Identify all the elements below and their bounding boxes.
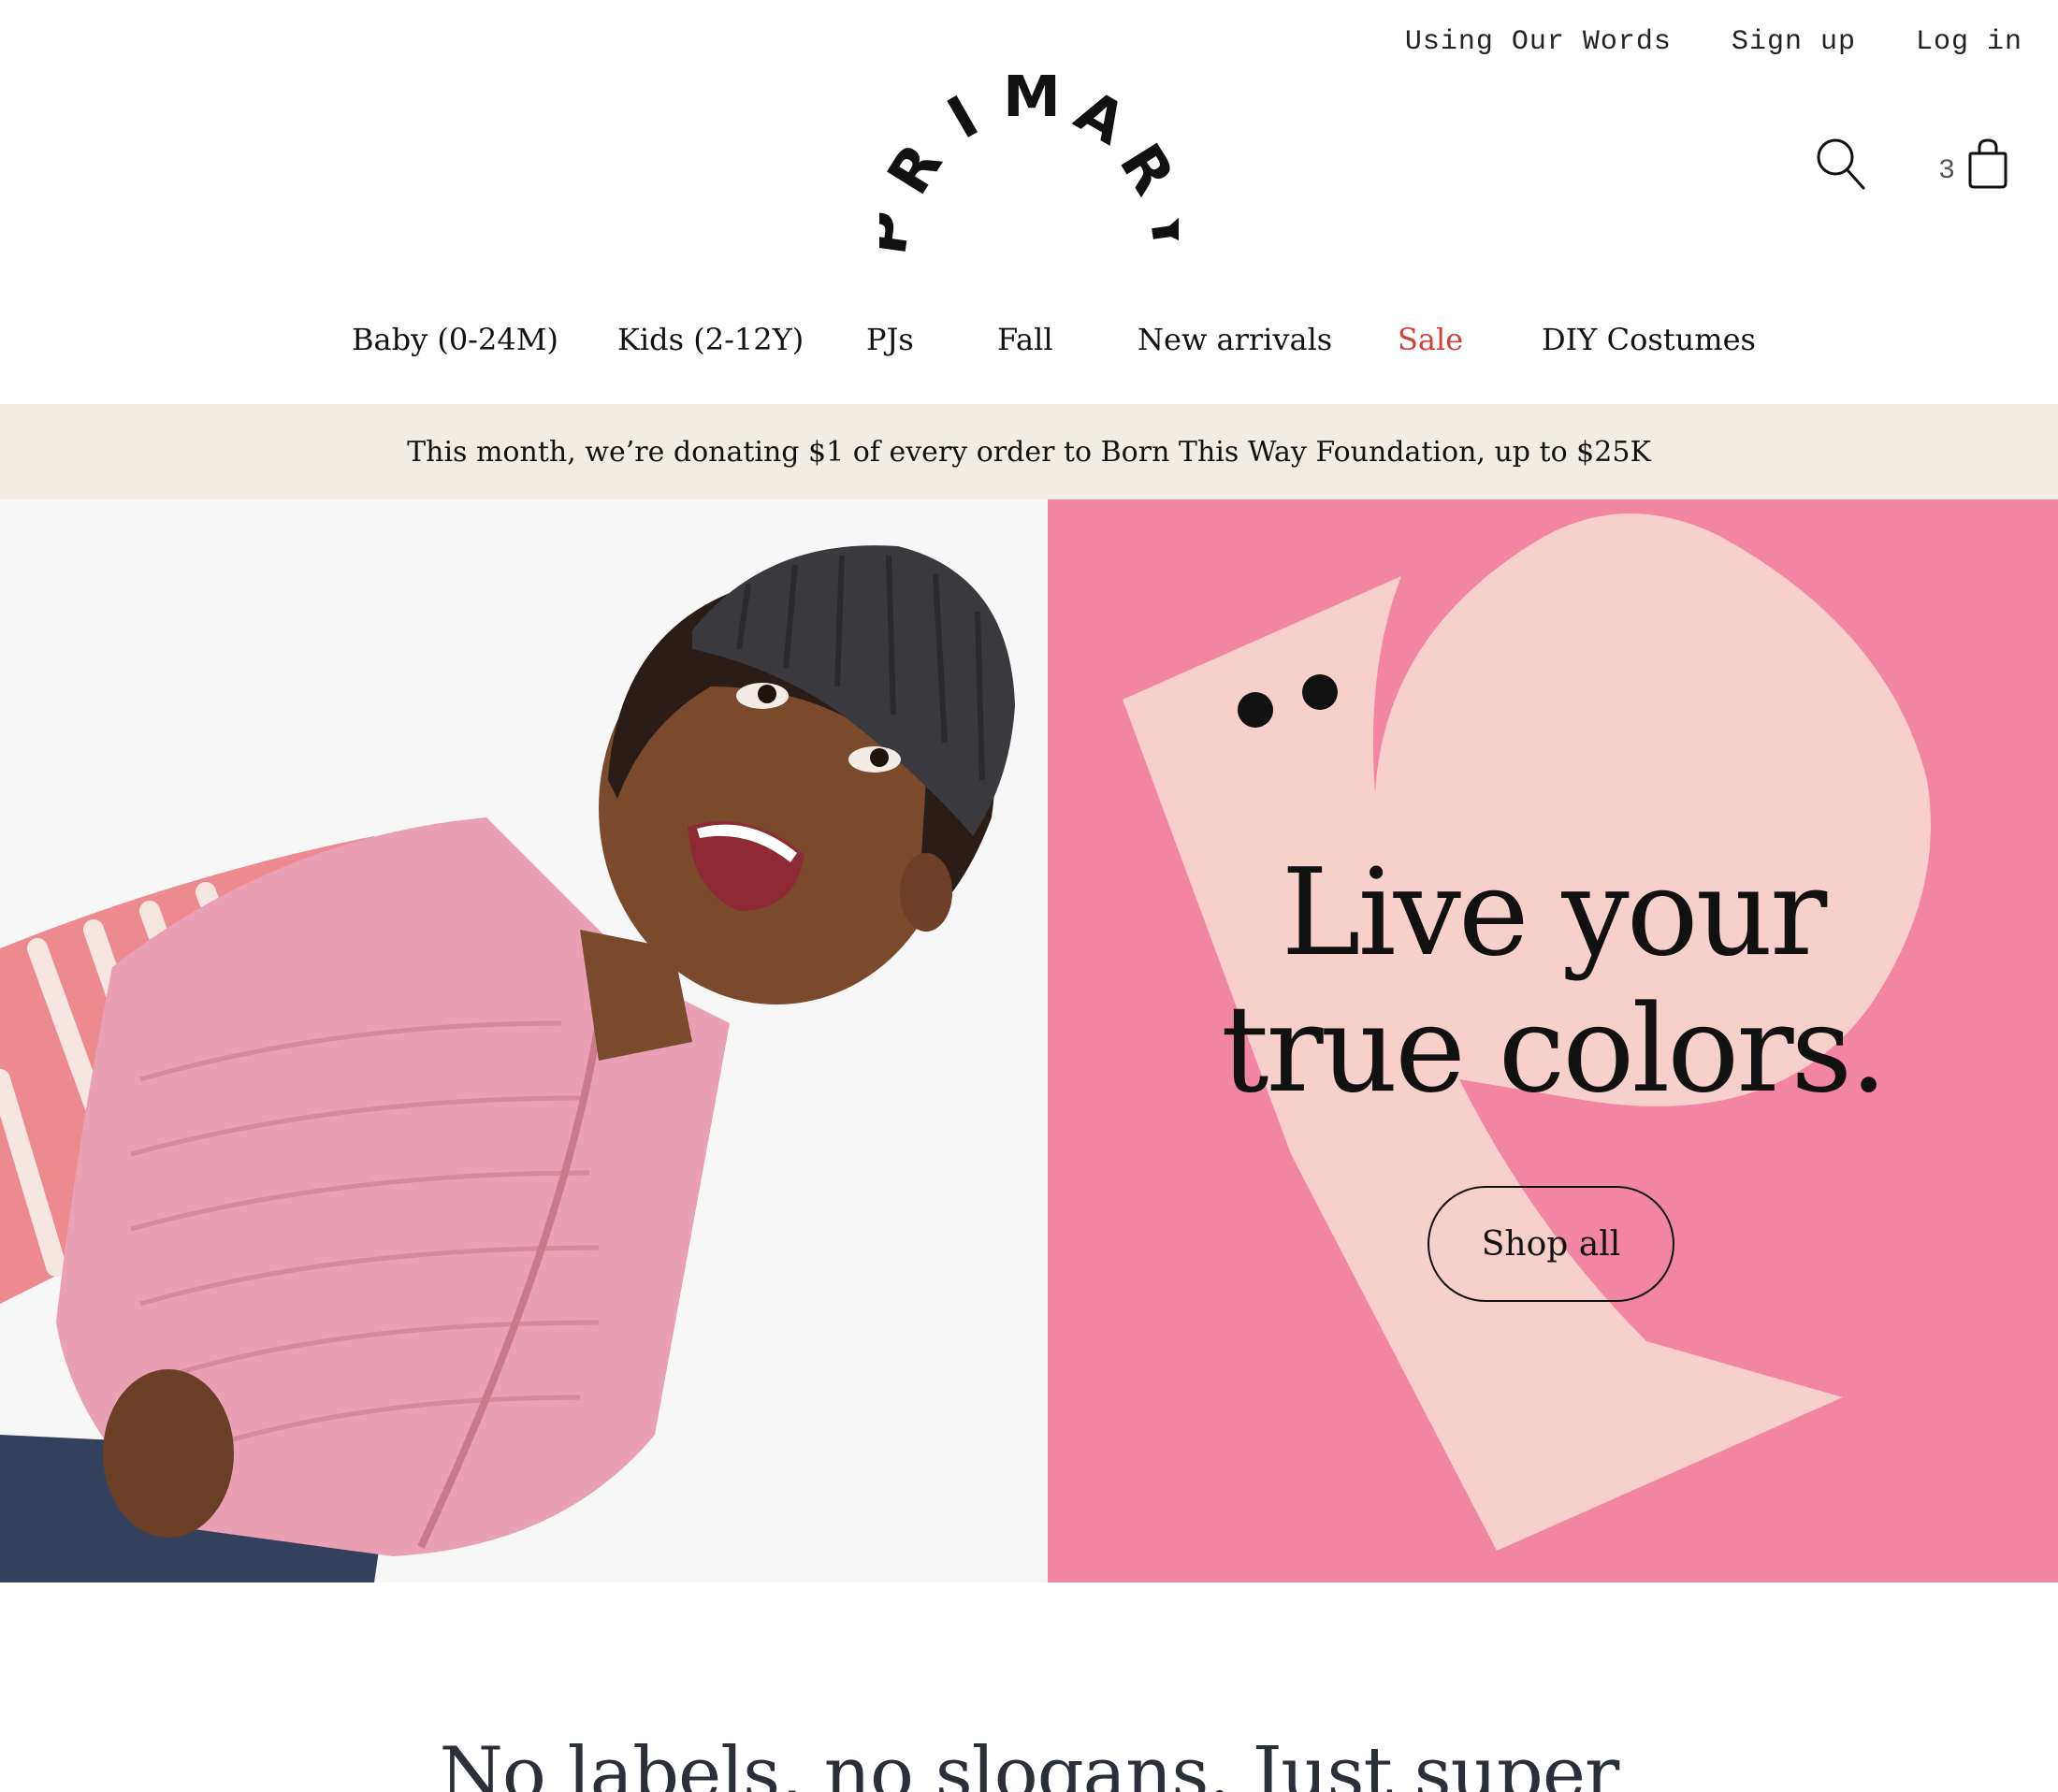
page: Using Our Words Sign up Log in P R I M A… bbox=[0, 0, 2058, 1792]
section-tagline: No labels, no slogans. Just super bbox=[439, 1732, 1620, 1792]
nav-item-fall[interactable]: Fall bbox=[997, 322, 1053, 357]
main-nav: Baby (0-24M) Kids (2-12Y) PJs Fall New a… bbox=[0, 322, 2058, 365]
logo-letter: R bbox=[1107, 132, 1179, 206]
shopping-bag-icon bbox=[1968, 138, 2007, 189]
logo-letter: A bbox=[1065, 77, 1138, 158]
cart-count: 3 bbox=[1938, 155, 1956, 187]
nav-item-baby[interactable]: Baby (0-24M) bbox=[352, 322, 558, 357]
eye-dot bbox=[1238, 692, 1273, 728]
using-our-words-link[interactable]: Using Our Words bbox=[1405, 26, 1672, 58]
nav-item-new-arrivals[interactable]: New arrivals bbox=[1138, 322, 1332, 357]
sign-up-link[interactable]: Sign up bbox=[1732, 26, 1856, 58]
hero-panel: Live your true colors. Shop all bbox=[1048, 499, 2058, 1582]
primary-logo[interactable]: P R I M A R Y bbox=[879, 75, 1179, 253]
hero-headline: Live your true colors. bbox=[1048, 845, 2058, 1119]
nav-item-kids[interactable]: Kids (2-12Y) bbox=[617, 322, 804, 357]
hero-headline-line: true colors. bbox=[1221, 980, 1888, 1120]
logo-letter: R bbox=[879, 132, 955, 206]
logo-letter: I bbox=[936, 82, 989, 152]
nav-item-sale[interactable]: Sale bbox=[1398, 322, 1463, 357]
child-photo-illustration bbox=[0, 545, 1015, 1582]
shop-all-button[interactable]: Shop all bbox=[1428, 1186, 1674, 1302]
hero-photo[interactable] bbox=[0, 499, 1048, 1582]
nav-item-pjs[interactable]: PJs bbox=[866, 322, 914, 357]
promo-text: This month, we’re donating $1 of every o… bbox=[407, 435, 1651, 469]
hero-headline-line: Live your bbox=[1281, 844, 1828, 983]
logo-letter: Y bbox=[1136, 205, 1179, 253]
log-in-link[interactable]: Log in bbox=[1916, 26, 2022, 58]
cart-button[interactable]: 3 bbox=[1938, 138, 2009, 191]
promo-banner: This month, we’re donating $1 of every o… bbox=[0, 404, 2058, 499]
nav-item-diy-costumes[interactable]: DIY Costumes bbox=[1542, 322, 1756, 357]
logo-letter: P bbox=[879, 207, 924, 253]
utility-nav: Using Our Words Sign up Log in bbox=[1405, 26, 2022, 58]
search-icon[interactable] bbox=[1815, 137, 1867, 193]
eye-dot bbox=[1302, 674, 1338, 710]
logo-letter: M bbox=[1003, 75, 1061, 130]
